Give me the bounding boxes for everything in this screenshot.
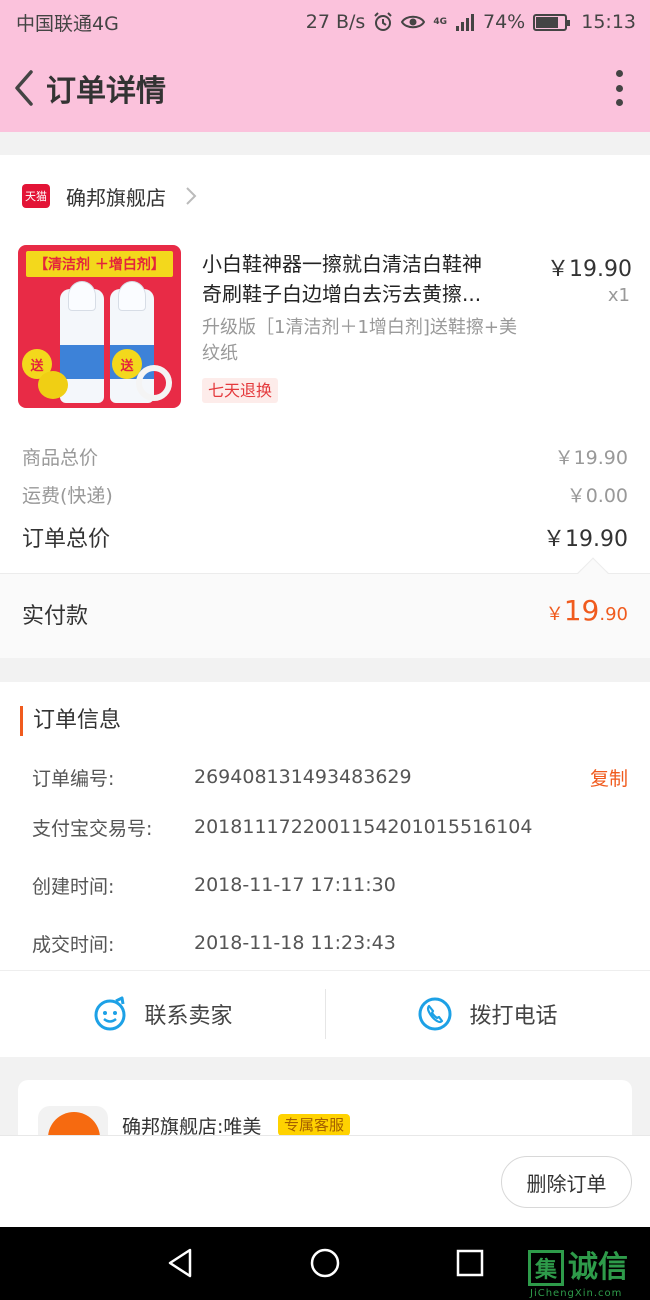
order-info-card: 订单信息 订单编号: 269408131493483629 复制 支付宝交易号:… <box>0 682 650 1057</box>
page-title: 订单详情 <box>46 74 166 109</box>
order-number-row: 订单编号: 269408131493483629 复制 <box>32 762 628 792</box>
alipay-trade-number: 2018111722001154201015516104 <box>194 816 533 838</box>
product-image-banner: 【清洁剂 ＋增白剂】 <box>26 251 173 277</box>
return-policy-tag: 七天退换 <box>202 378 279 403</box>
phone-icon <box>418 997 452 1031</box>
order-number: 269408131493483629 <box>194 766 412 788</box>
chat-face-icon <box>94 996 126 1031</box>
more-options-icon[interactable] <box>614 70 624 106</box>
delete-order-button[interactable]: 删除订单 <box>501 1156 632 1208</box>
deal-time-row: 成交时间: 2018-11-18 11:23:43 <box>32 932 396 956</box>
status-bar: 中国联通4G 27 B/s 4G 74% 15:13 <box>0 0 650 44</box>
order-product-card: 天猫 确邦旗舰店 【清洁剂 ＋增白剂】 送 送 小白鞋神器一擦就白清洁白鞋神 奇… <box>0 155 650 658</box>
created-time-row: 创建时间: 2018-11-17 17:11:30 <box>32 874 396 898</box>
tmall-icon: 天猫 <box>22 184 50 208</box>
sponge-ball <box>38 371 68 399</box>
deal-time: 2018-11-18 11:23:43 <box>194 932 396 954</box>
app-header: 中国联通4G 27 B/s 4G 74% 15:13 订单详情 <box>0 0 650 132</box>
net-speed: 27 B/s <box>305 11 366 33</box>
battery-icon <box>533 13 571 31</box>
network-type: 4G <box>433 17 447 27</box>
amount-paid-label: 实付款 <box>22 604 89 629</box>
call-phone-label: 拨打电话 <box>469 1004 558 1029</box>
customer-service-card[interactable]: 确邦旗舰店:唯美 专属客服 <box>18 1080 632 1146</box>
product-spec: 升级版［1清洁剂＋1增白剂]送鞋擦+美纹纸 <box>202 317 518 364</box>
nav-recents-icon[interactable] <box>450 1243 490 1283</box>
product-image[interactable]: 【清洁剂 ＋增白剂】 送 送 <box>18 245 181 408</box>
shop-name: 确邦旗舰店 <box>66 185 166 210</box>
eye-icon <box>401 15 426 29</box>
watermark-text: 诚信 <box>568 1250 628 1285</box>
signal-icon <box>456 14 474 31</box>
contact-seller-label: 联系卖家 <box>144 1004 233 1029</box>
nav-home-icon[interactable] <box>305 1243 345 1283</box>
amount-paid-value: ￥19.90 <box>545 594 628 627</box>
nav-back-icon[interactable] <box>160 1243 200 1283</box>
contact-seller-button[interactable]: 联系卖家 <box>0 971 325 1057</box>
status-icons: 27 B/s 4G 74% 15:13 <box>306 11 636 33</box>
exclusive-service-badge: 专属客服 <box>278 1114 351 1136</box>
watermark-url: JiChengXin.com <box>530 1288 623 1299</box>
product-price: ￥19.90 <box>547 257 632 282</box>
alipay-trade-row: 支付宝交易号: 2018111722001154201015516104 <box>32 816 533 840</box>
tape-roll <box>136 365 172 401</box>
bottom-action-bar: 删除订单 <box>0 1135 650 1227</box>
watermark-logo: 集 <box>528 1250 564 1286</box>
shop-link[interactable]: 天猫 确邦旗舰店 <box>22 181 198 211</box>
clock: 15:13 <box>581 11 636 33</box>
carrier-label: 中国联通4G <box>16 12 119 35</box>
nav-bar: 订单详情 <box>0 44 650 132</box>
back-arrow-icon[interactable] <box>2 44 46 132</box>
created-time: 2018-11-17 17:11:30 <box>194 874 396 896</box>
product-title[interactable]: 小白鞋神器一擦就白清洁白鞋神 奇刷鞋子白边增白去污去黄擦... <box>202 249 534 309</box>
alarm-icon <box>374 12 393 31</box>
product-quantity: x1 <box>607 285 630 306</box>
site-watermark: 集 诚信 JiChengXin.com <box>528 1250 646 1299</box>
chevron-right-icon <box>186 187 197 205</box>
amount-paid-section: 实付款 ￥19.90 <box>0 557 650 658</box>
section-title: 订单信息 <box>20 706 121 736</box>
goods-total-row: 商品总价 ￥19.90 <box>22 447 628 469</box>
battery-percent: 74% <box>483 11 526 33</box>
order-total-row: 订单总价 ￥19.90 <box>22 527 628 552</box>
call-phone-button[interactable]: 拨打电话 <box>325 971 650 1057</box>
copy-button[interactable]: 复制 <box>590 764 628 791</box>
shipping-row: 运费(快递) ￥0.00 <box>22 485 628 507</box>
